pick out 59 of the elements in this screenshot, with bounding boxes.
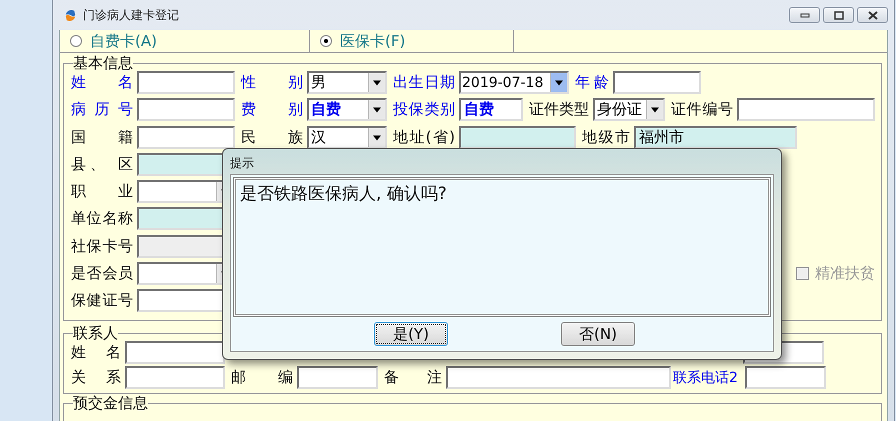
date-picker[interactable]: 2019-07-18 xyxy=(459,71,569,94)
field-label: 证件类型 xyxy=(529,100,589,120)
dialog-title: 提示 xyxy=(230,155,255,172)
text-field[interactable]: 自费 xyxy=(459,98,523,122)
dropdown[interactable]: 汉 xyxy=(307,126,387,149)
field-label: 民 族 xyxy=(241,128,303,147)
text-field[interactable] xyxy=(125,341,225,364)
minimize-button[interactable] xyxy=(789,7,820,23)
close-button[interactable] xyxy=(857,7,888,23)
field-label: 出生日期 xyxy=(393,73,455,92)
text-field[interactable] xyxy=(137,71,235,94)
group-title: 基本信息 xyxy=(73,55,133,71)
maximize-icon xyxy=(834,10,844,20)
text-field[interactable] xyxy=(459,126,576,149)
field-label: 保健证号 xyxy=(71,291,133,310)
field-label: 姓 名 xyxy=(71,343,121,362)
field-label: 姓 名 xyxy=(71,73,133,92)
field-label: 证件编号 xyxy=(671,100,733,120)
field-label: 单位名称 xyxy=(71,209,133,228)
field-label: 是否会员 xyxy=(71,264,133,284)
message-text: 是否铁路医保病人, 确认吗? xyxy=(240,184,447,204)
dropdown[interactable]: 身份证 xyxy=(593,98,665,122)
minimize-icon xyxy=(800,12,810,18)
field-label: 费 别 xyxy=(241,100,303,120)
app-logo-icon xyxy=(63,8,78,22)
field-label: 社保卡号 xyxy=(71,236,133,256)
dialog-button[interactable]: 是(Y) xyxy=(374,322,448,346)
field-label: 地级市 xyxy=(582,128,630,147)
text-field[interactable] xyxy=(137,98,235,122)
field-label: 性 别 xyxy=(241,73,303,92)
maximize-button[interactable] xyxy=(823,7,854,23)
text-field[interactable] xyxy=(745,366,826,389)
text-field[interactable] xyxy=(613,71,701,94)
field-label: 病 历 号 xyxy=(71,100,133,120)
dropdown[interactable]: 自费 xyxy=(307,98,387,122)
field-label: 县、 区 xyxy=(71,154,133,174)
group-title: 联系人 xyxy=(73,325,118,341)
radio-button[interactable]: 自费卡(A) xyxy=(70,32,157,50)
field-label: 邮 编 xyxy=(231,368,293,387)
window-title: 门诊病人建卡登记 xyxy=(83,6,179,24)
field-label: 职 业 xyxy=(71,182,133,202)
text-field[interactable] xyxy=(125,366,225,389)
field-label: 关 系 xyxy=(71,368,121,387)
field-label: 国 籍 xyxy=(71,128,133,147)
text-field[interactable] xyxy=(137,126,235,149)
group-title: 预交金信息 xyxy=(73,395,148,411)
text-field[interactable] xyxy=(737,98,875,122)
text-field[interactable] xyxy=(446,366,671,389)
field-label: 备 注 xyxy=(384,368,442,387)
text-field[interactable]: 福州市 xyxy=(634,126,797,149)
field-label: 投保类别 xyxy=(393,100,455,120)
text-field[interactable] xyxy=(297,366,378,389)
radio-button[interactable]: 医保卡(F) xyxy=(320,32,406,50)
dropdown[interactable]: 男 xyxy=(307,71,387,94)
field-label: 联系电话2 xyxy=(673,368,739,386)
close-icon xyxy=(866,10,878,20)
field-label: 地址(省) xyxy=(393,128,455,147)
field-label: 年龄 xyxy=(575,73,609,92)
dialog-button[interactable]: 否(N) xyxy=(561,322,635,346)
